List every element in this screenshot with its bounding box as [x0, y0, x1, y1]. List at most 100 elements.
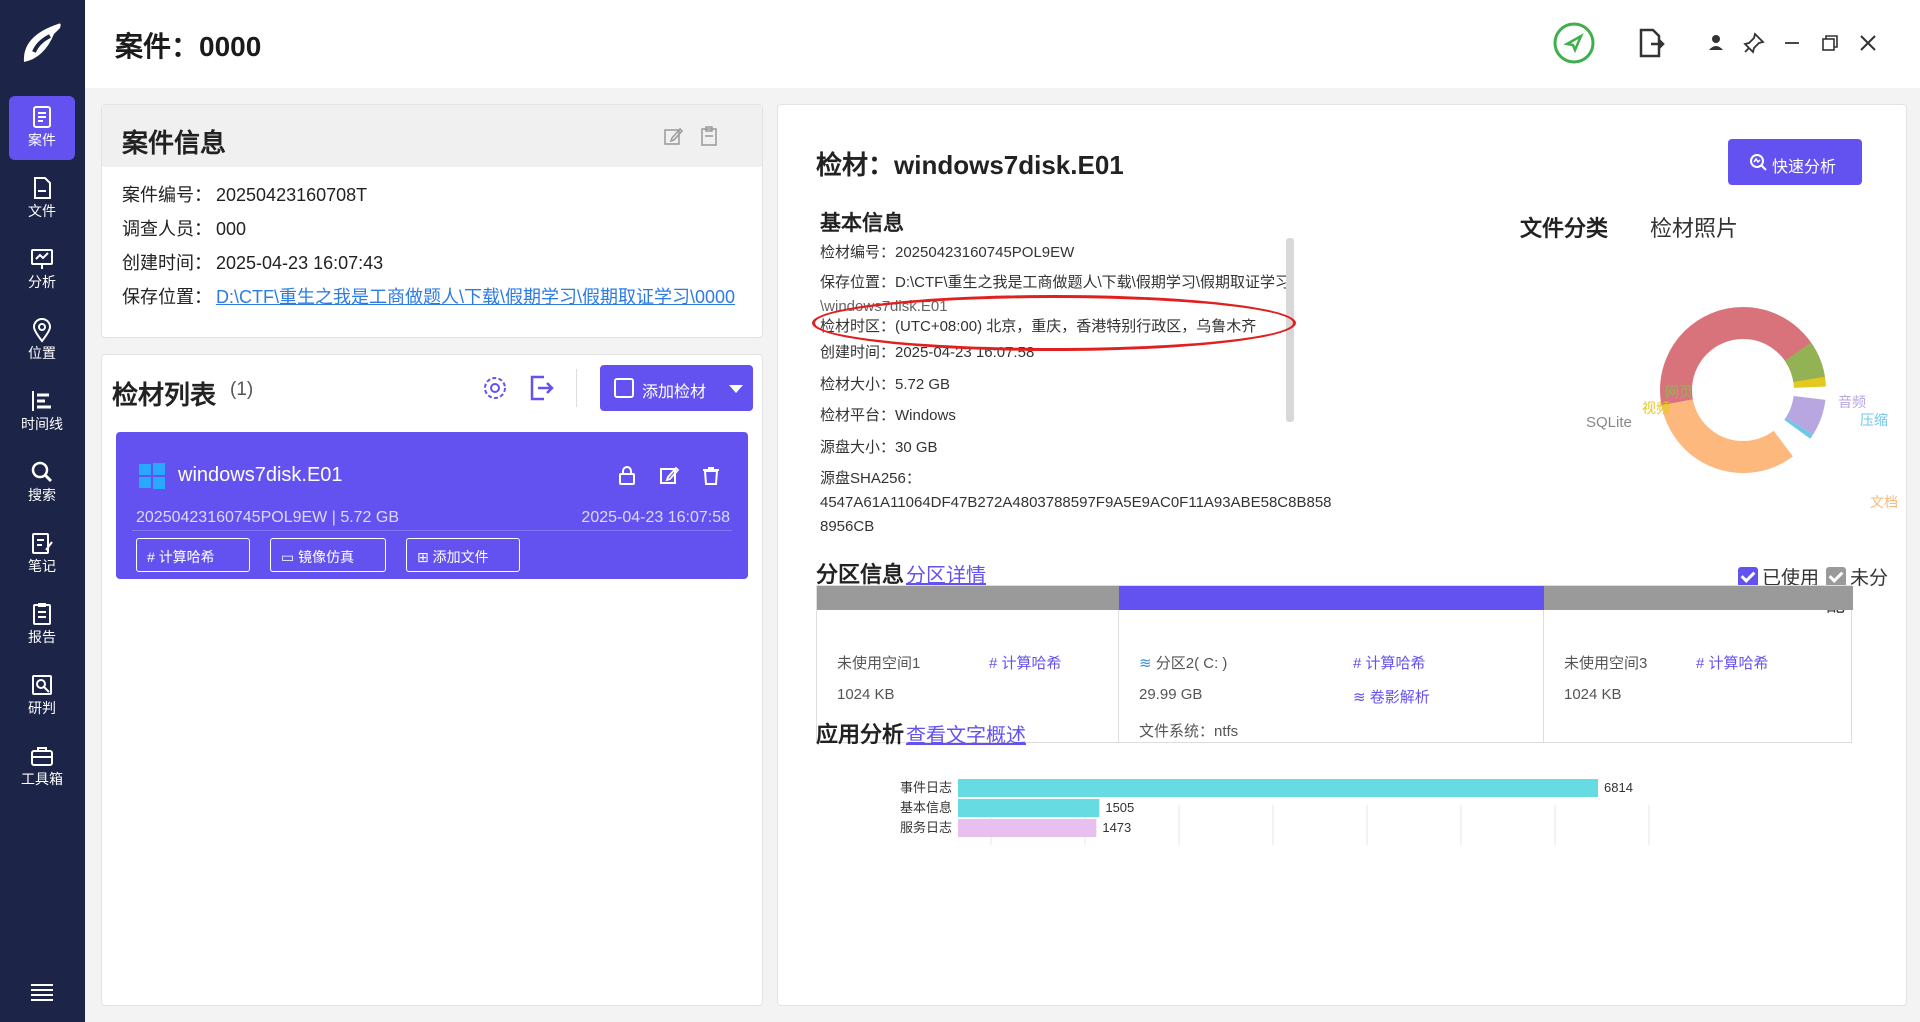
partition-name: 分区2( C: ): [1155, 655, 1228, 672]
analysis-icon: [31, 249, 53, 269]
tab-file-classification[interactable]: 文件分类: [1520, 211, 1608, 243]
nav-search[interactable]: 搜索: [9, 451, 75, 515]
app-analysis-bar-chart: 事件日志 6814 基本信息 1505 服务日志 1473: [900, 779, 1650, 845]
partition-hash-link[interactable]: # 计算哈希: [1696, 652, 1769, 673]
partition-detail-link[interactable]: 分区详情: [906, 559, 986, 588]
timeline-icon: [32, 391, 51, 411]
add-evidence-label: 添加检材: [642, 384, 707, 401]
nav-label: 笔记: [28, 558, 56, 574]
nav-toolbox[interactable]: 工具箱: [9, 735, 75, 799]
partition-filesystem: 文件系统：ntfs: [1139, 723, 1239, 740]
bar-category-label: 基本信息: [900, 800, 952, 815]
lock-icon[interactable]: [616, 464, 638, 486]
basic-info-source-size: 源盘大小：30 GB: [820, 439, 938, 456]
close-icon[interactable]: [1847, 22, 1889, 64]
save-location-row: 保存位置： D:\CTF\重生之我是工商做题人\下载\假期学习\假期取证学习\00…: [122, 283, 735, 309]
nav-report[interactable]: 报告: [9, 593, 75, 657]
compute-hash-label: 计算哈希: [158, 549, 215, 565]
mirror-emulation-button[interactable]: ▭ 镜像仿真: [270, 538, 386, 572]
donut-label-audio: 音频: [1838, 394, 1866, 410]
main-content: 案件信息 案件编号： 20250423160708T 调查人员： 000 创建时间：…: [85, 88, 1920, 1022]
donut-label-video: 视频: [1642, 400, 1670, 416]
nav-case[interactable]: 案件: [9, 96, 75, 160]
basic-info-sha-label: 源盘SHA256：: [820, 470, 921, 487]
user-icon[interactable]: [1695, 22, 1737, 64]
shadow-copy-link[interactable]: ≋ 卷影解析: [1353, 686, 1430, 707]
search-icon: [31, 461, 53, 483]
bar-mark: [958, 799, 1100, 817]
report-icon: [33, 603, 51, 625]
bar-category-label: 事件日志: [900, 780, 952, 795]
add-icon: [614, 378, 634, 398]
location-pin-icon: [32, 318, 52, 343]
basic-info-sha-2: 8956CB: [820, 518, 875, 535]
investigator-value: 000: [216, 219, 247, 239]
nav-notes[interactable]: 笔记: [9, 522, 75, 586]
export-icon[interactable]: [1629, 22, 1671, 64]
clipboard-icon[interactable]: [698, 125, 720, 147]
settings-gear-icon[interactable]: [480, 373, 510, 403]
nav-label: 分析: [28, 274, 56, 290]
investigator-row: 调查人员： 000: [122, 215, 246, 241]
rocket-icon[interactable]: [1553, 22, 1595, 64]
checkbox-checked-icon: [1826, 567, 1846, 587]
minimize-icon[interactable]: [1771, 22, 1813, 64]
file-icon: [34, 177, 51, 199]
title-bar: 案件：0000: [85, 0, 1920, 88]
basic-info-size: 检材大小：5.72 GB: [820, 376, 951, 393]
case-info-title: 案件信息: [122, 128, 227, 158]
pin-icon[interactable]: [1733, 22, 1775, 64]
window-title: 案件：0000: [115, 31, 262, 62]
basic-info-sha-1: 4547A61A11064DF47B272A4803788597F9A5E9AC…: [820, 494, 1332, 511]
partition-size: 1024 KB: [837, 686, 895, 703]
nav-label: 工具箱: [21, 771, 63, 787]
file-class-donut-chart: 网页 视频 SQLite 音频 压缩 文档 图片: [1586, 307, 1898, 510]
partition-cell-unused3[interactable]: 未使用空间3 1024 KB # 计算哈希: [1544, 610, 1853, 742]
basic-info-path: 保存位置：D:\CTF\重生之我是工商做题人\下载\假期学习\假期取证学习: [820, 274, 1290, 291]
nav-file[interactable]: 文件: [9, 167, 75, 231]
case-info-header: 案件信息: [102, 105, 762, 167]
export-evidence-icon[interactable]: [526, 373, 556, 403]
tab-evidence-photo[interactable]: 检材照片: [1650, 211, 1738, 243]
chevron-down-icon[interactable]: [729, 385, 743, 393]
partition-cell-c[interactable]: ≋ 分区2( C: ) 29.99 GB 文件系统：ntfs # 计算哈希 ≋ …: [1119, 610, 1544, 742]
nav-analysis[interactable]: 分析: [9, 238, 75, 302]
nav-label: 文件: [28, 203, 56, 219]
partition-hash-link[interactable]: # 计算哈希: [989, 652, 1062, 673]
nav-judge[interactable]: 研判: [9, 664, 75, 728]
evidence-name: windows7disk.E01: [178, 464, 343, 486]
edit-icon[interactable]: [662, 125, 684, 147]
partition-name: 未使用空间3: [1564, 655, 1648, 672]
basic-info-platform: 检材平台：Windows: [820, 407, 956, 424]
shadow-copy-label: 卷影解析: [1369, 689, 1430, 706]
evidence-card[interactable]: windows7disk.E01 20250423160745POL9EW | …: [116, 432, 748, 579]
partition-size: 1024 KB: [1564, 686, 1622, 703]
compute-hash-button[interactable]: # 计算哈希: [136, 538, 250, 572]
add-file-button[interactable]: ⊞ 添加文件: [406, 538, 520, 572]
partition-hash-link[interactable]: # 计算哈希: [1353, 652, 1426, 673]
created-time-value: 2025-04-23 16:07:43: [216, 253, 384, 273]
partition-bar-unused1: [817, 586, 1119, 610]
quick-analysis-button[interactable]: 快速分析: [1728, 139, 1862, 185]
edit-evidence-icon[interactable]: [658, 464, 680, 486]
add-evidence-button[interactable]: 添加检材: [600, 365, 753, 411]
nav-label: 搜索: [28, 487, 56, 503]
red-highlight-annotation: [812, 295, 1296, 351]
nav-timeline[interactable]: 时间线: [9, 380, 75, 444]
bar-mark: [958, 779, 1598, 797]
save-location-link[interactable]: D:\CTF\重生之我是工商做题人\下载\假期学习\假期取证学习\0000: [216, 287, 735, 307]
menu-icon[interactable]: [29, 982, 55, 1002]
restore-icon[interactable]: [1809, 22, 1851, 64]
delete-trash-icon[interactable]: [700, 464, 722, 486]
nav-location[interactable]: 位置: [9, 309, 75, 373]
basic-info-id: 检材编号：20250423160745POL9EW: [820, 244, 1075, 261]
layers-icon: ≋: [1139, 655, 1156, 672]
bar-value-label: 1505: [1105, 800, 1134, 815]
nav-label: 报告: [28, 629, 56, 645]
checkbox-checked-icon: [1738, 567, 1758, 587]
evidence-count: (1): [230, 379, 254, 400]
app-analysis-text-link[interactable]: 查看文字概述: [906, 719, 1026, 748]
evidence-detail-panel: 检材：windows7disk.E01 快速分析 基本信息 检材编号：20250…: [777, 104, 1907, 1006]
card-divider: [132, 530, 732, 531]
case-number-row: 案件编号： 20250423160708T: [122, 181, 367, 207]
